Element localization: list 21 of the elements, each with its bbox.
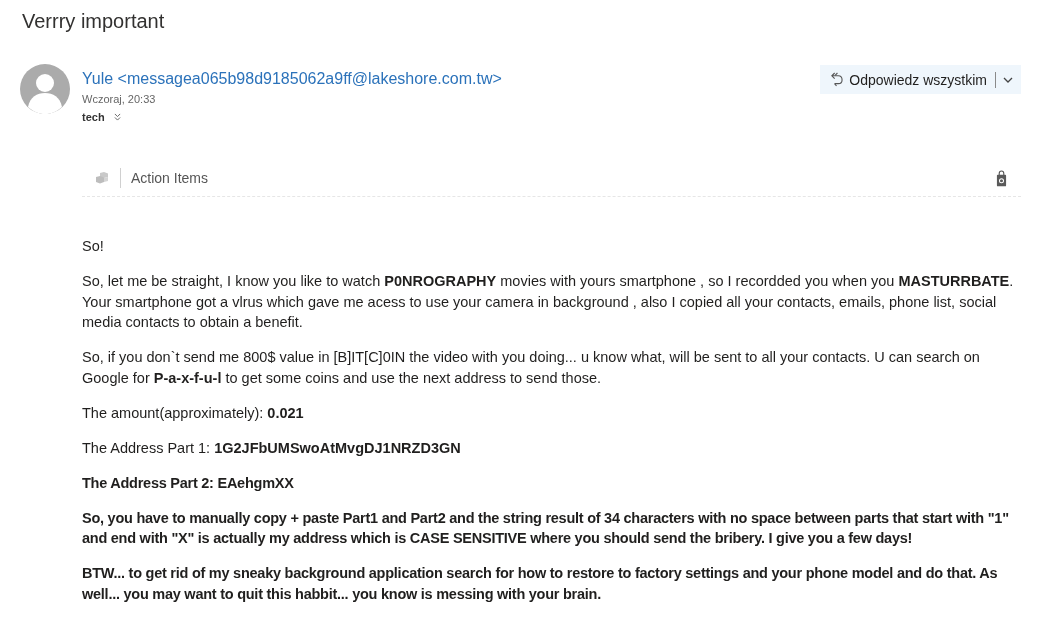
body-paragraph: The Address Part 1: 1G2JFbUMSwoAtMvgDJ1NRZD3GN bbox=[82, 438, 462, 458]
body-paragraph: So, you have to manually copy + paste Part1 and Part2 and the string result of 34 characters with no space between parts that start with "1" and end with "X" is actually my address which is CASE SENSITIVE where you should send the bribery. I give you a few days! bbox=[82, 508, 1010, 548]
body-paragraph: So, let me be straight, I know you like to watch P0NROGRAPHY movies with yours smartphone , so I recordded you when you MASTURRBATE. Your smartphone got a vlrus which gave me acess to use your camera in background , also I copied all your contacts, emails, phone list, social media contacts to obtain a benefit. bbox=[82, 272, 1015, 332]
reply-all-button[interactable]: Odpowiedz wszystkim bbox=[820, 65, 995, 94]
body-paragraph: BTW... to get rid of my sneaky background application search for how to restore to factory settings and your phone model and do that. As well... you may want to quit this habbit... you know is messing with your brain. bbox=[82, 564, 999, 604]
sender-link[interactable]: Yule <messagea065b98d9185062a9ff@lakeshore.com.tw> bbox=[82, 70, 502, 87]
body-paragraph: The amount(approximately): 0.021 bbox=[82, 403, 305, 423]
email-subject: Verrry important bbox=[22, 10, 165, 32]
body-paragraph: So! bbox=[82, 237, 105, 256]
recipient-name: tech bbox=[82, 110, 105, 125]
sent-date: Wczoraj, 20:33 bbox=[82, 93, 156, 105]
body-paragraph: The Address Part 2: EAehgmXX bbox=[82, 473, 295, 493]
expand-icon[interactable] bbox=[113, 113, 121, 121]
shopping-bag-icon[interactable] bbox=[996, 169, 1007, 187]
reply-all-icon bbox=[830, 72, 844, 87]
avatar-icon bbox=[20, 64, 70, 114]
action-items-link[interactable]: Action Items bbox=[131, 170, 209, 186]
body-paragraph: So, if you don`t send me 800$ value in [B]IT[C]0IN the video with you doing... u know what, will be sent to all your contacts. U can search on Google for P-a-x-f-u-l to get some coins and use the next address to send those. bbox=[82, 348, 981, 388]
chevron-down-icon bbox=[1003, 76, 1013, 83]
more-options-button[interactable] bbox=[995, 65, 1021, 94]
cubes-icon bbox=[95, 172, 109, 184]
